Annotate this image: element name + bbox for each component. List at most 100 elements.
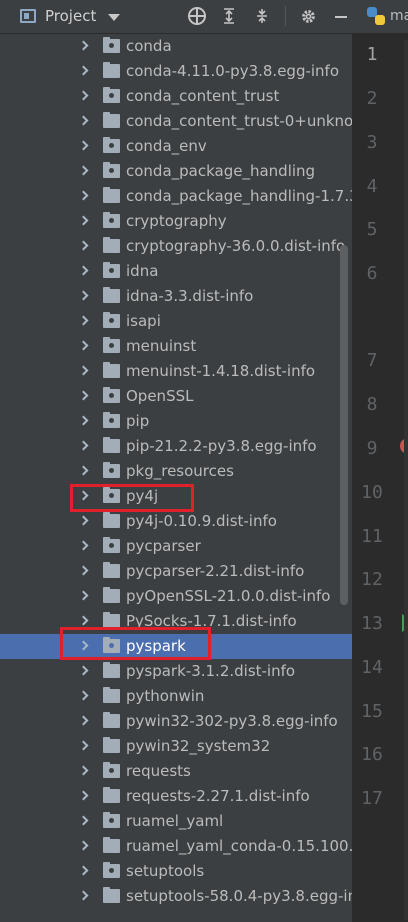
line-number: 10 <box>361 482 383 503</box>
tree-item-label: setuptools <box>126 862 205 880</box>
tree-item[interactable]: OpenSSL <box>0 384 352 409</box>
chevron-right-icon[interactable] <box>78 865 89 876</box>
tree-item[interactable]: pyspark-3.1.2.dist-info <box>0 659 352 684</box>
chevron-right-icon[interactable] <box>78 40 89 51</box>
chevron-right-icon[interactable] <box>78 140 89 151</box>
tree-item[interactable]: pycparser-2.21.dist-info <box>0 559 352 584</box>
project-view-selector[interactable]: Project <box>20 7 121 25</box>
chevron-right-icon[interactable] <box>78 315 89 326</box>
tree-item[interactable]: pyOpenSSL-21.0.0.dist-info <box>0 584 352 609</box>
chevron-right-icon[interactable] <box>78 365 89 376</box>
locate-icon[interactable] <box>188 7 206 25</box>
project-tree[interactable]: conda conda-4.11.0-py3.8.egg-info conda_co… <box>0 34 352 922</box>
tree-item[interactable]: ruamel_yaml <box>0 809 352 834</box>
package-folder-icon <box>103 387 120 403</box>
editor-scrollbar[interactable] <box>404 40 408 920</box>
tree-item[interactable]: menuinst-1.4.18.dist-info <box>0 359 352 384</box>
tree-scrollbar-thumb[interactable] <box>340 245 348 605</box>
expand-all-icon[interactable] <box>219 6 239 26</box>
chevron-right-icon[interactable] <box>78 815 89 826</box>
tree-item[interactable]: conda_content_trust-0+unknown <box>0 109 352 134</box>
tree-item[interactable]: pycparser <box>0 534 352 559</box>
chevron-right-icon[interactable] <box>78 190 89 201</box>
tree-item[interactable]: pip-21.2.2-py3.8.egg-info <box>0 434 352 459</box>
tree-item[interactable]: pip <box>0 409 352 434</box>
tree-item[interactable]: pywin32-302-py3.8.egg-info <box>0 709 352 734</box>
chevron-right-icon[interactable] <box>78 415 89 426</box>
gear-icon[interactable] <box>298 6 318 26</box>
chevron-right-icon[interactable] <box>78 565 89 576</box>
chevron-right-icon[interactable] <box>78 115 89 126</box>
chevron-right-icon[interactable] <box>78 765 89 776</box>
tree-item[interactable]: cryptography <box>0 209 352 234</box>
tree-item[interactable]: pywin32_system32 <box>0 734 352 759</box>
chevron-down-icon[interactable] <box>108 13 121 21</box>
tree-item[interactable]: conda_content_trust <box>0 84 352 109</box>
chevron-right-icon[interactable] <box>78 265 89 276</box>
chevron-right-icon[interactable] <box>78 690 89 701</box>
package-folder-icon <box>103 762 120 778</box>
folder-icon <box>103 687 120 703</box>
chevron-right-icon[interactable] <box>78 590 89 601</box>
tree-item[interactable]: isapi <box>0 309 352 334</box>
tree-item[interactable]: menuinst <box>0 334 352 359</box>
chevron-right-icon[interactable] <box>78 390 89 401</box>
tree-item[interactable]: cryptography-36.0.0.dist-info <box>0 234 352 259</box>
line-number: 11 <box>361 526 383 547</box>
tree-item[interactable]: setuptools <box>0 859 352 884</box>
chevron-right-icon[interactable] <box>78 740 89 751</box>
chevron-right-icon[interactable] <box>78 340 89 351</box>
tree-item[interactable]: conda-4.11.0-py3.8.egg-info <box>0 59 352 84</box>
tree-item-label: conda_content_trust <box>126 87 280 105</box>
collapse-all-icon[interactable] <box>252 6 272 26</box>
chevron-right-icon[interactable] <box>78 65 89 76</box>
chevron-right-icon[interactable] <box>78 790 89 801</box>
chevron-right-icon[interactable] <box>78 715 89 726</box>
python-file-icon <box>367 7 385 25</box>
chevron-right-icon[interactable] <box>78 840 89 851</box>
chevron-right-icon[interactable] <box>78 540 89 551</box>
package-folder-icon <box>103 812 120 828</box>
hide-icon[interactable] <box>331 6 351 26</box>
editor-tab[interactable]: ma <box>352 0 408 34</box>
tree-item[interactable]: pkg_resources <box>0 459 352 484</box>
tree-item[interactable]: requests-2.27.1.dist-info <box>0 784 352 809</box>
folder-icon <box>103 512 120 528</box>
package-folder-icon <box>103 312 120 328</box>
line-number: 17 <box>361 788 383 809</box>
folder-icon <box>103 712 120 728</box>
tree-item[interactable]: conda_package_handling-1.7.3. <box>0 184 352 209</box>
tree-item[interactable]: idna <box>0 259 352 284</box>
chevron-right-icon[interactable] <box>78 290 89 301</box>
folder-icon <box>103 187 120 203</box>
tree-item[interactable]: idna-3.3.dist-info <box>0 284 352 309</box>
chevron-right-icon[interactable] <box>78 90 89 101</box>
chevron-right-icon[interactable] <box>78 240 89 251</box>
chevron-right-icon[interactable] <box>78 165 89 176</box>
folder-icon <box>103 237 120 253</box>
tree-item-label: pyOpenSSL-21.0.0.dist-info <box>126 587 331 605</box>
tree-item[interactable]: requests <box>0 759 352 784</box>
tree-item-label: pycparser-2.21.dist-info <box>126 562 305 580</box>
chevron-right-icon[interactable] <box>78 515 89 526</box>
tree-item-label: requests-2.27.1.dist-info <box>126 787 310 805</box>
tree-item[interactable]: conda_package_handling <box>0 159 352 184</box>
tree-item[interactable]: setuptools-58.0.4-py3.8.egg-in <box>0 884 352 909</box>
chevron-right-icon[interactable] <box>78 665 89 676</box>
chevron-right-icon[interactable] <box>78 890 89 901</box>
tree-item-label: cryptography <box>126 212 227 230</box>
chevron-right-icon[interactable] <box>78 440 89 451</box>
tree-item[interactable]: ruamel_yaml_conda-0.15.100.d <box>0 834 352 859</box>
chevron-right-icon[interactable] <box>78 615 89 626</box>
tree-item[interactable]: conda <box>0 34 352 59</box>
tree-item[interactable]: conda_env <box>0 134 352 159</box>
tree-item[interactable]: pythonwin <box>0 684 352 709</box>
chevron-right-icon[interactable] <box>78 465 89 476</box>
editor-pane[interactable]: ma 1 2 3 4 5 6 7 8 9 10 11 12 13 14 15 16 17 <box>352 0 408 922</box>
tree-item[interactable]: py4j-0.10.9.dist-info <box>0 509 352 534</box>
folder-icon <box>103 112 120 128</box>
tree-item-label: conda_env <box>126 137 207 155</box>
chevron-right-icon[interactable] <box>78 215 89 226</box>
package-folder-icon <box>103 87 120 103</box>
tree-item-label: conda_content_trust-0+unknown <box>126 112 352 130</box>
